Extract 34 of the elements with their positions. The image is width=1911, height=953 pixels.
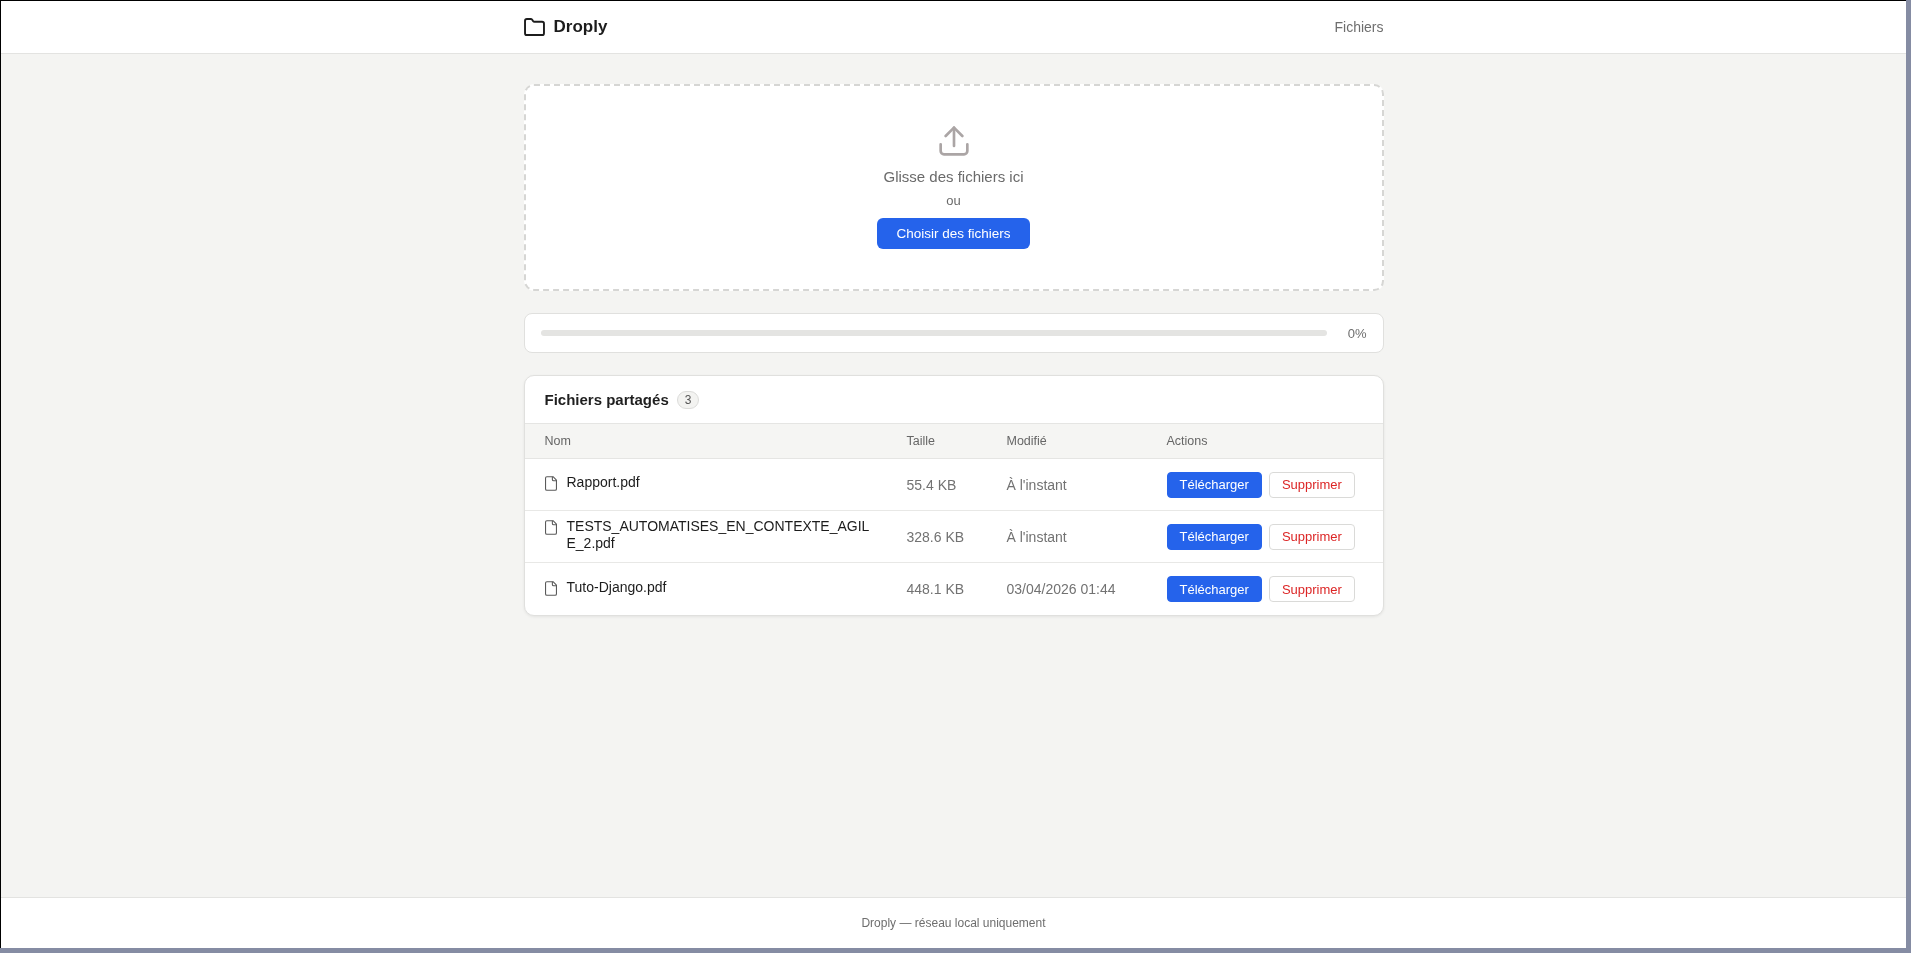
drop-zone[interactable]: Glisse des fichiers ici ou Choisir des fichiers bbox=[523, 84, 1384, 291]
files-title: Fichiers partagés bbox=[544, 391, 669, 408]
column-header: Modifié bbox=[1006, 434, 1048, 448]
choose-files-button[interactable]: Choisir des fichiers bbox=[877, 218, 1030, 249]
file-size: 328.6 KB bbox=[906, 528, 966, 545]
column-header: Taille bbox=[906, 434, 936, 448]
download-button[interactable]: Télécharger bbox=[1166, 576, 1262, 602]
modified-time: 03/04/2026 01:44 bbox=[1006, 581, 1117, 597]
file-name: Rapport.pdf bbox=[566, 474, 640, 491]
separator-text: ou bbox=[946, 192, 961, 210]
file-size: 448.1 KB bbox=[906, 581, 966, 597]
progress-percent: 0% bbox=[1346, 325, 1367, 341]
modified-time: À l'instant bbox=[1006, 476, 1068, 493]
footer-text: Droply — réseau local uniquement bbox=[861, 916, 1046, 930]
file-icon bbox=[544, 476, 557, 491]
delete-button[interactable]: Supprimer bbox=[1268, 523, 1355, 550]
file-name: TESTS_AUTOMATISES_EN_CONTEXTE_AGILE_2.pdf bbox=[566, 517, 871, 552]
download-button[interactable]: Télécharger bbox=[1166, 523, 1262, 550]
file-size: 55.4 KB bbox=[906, 476, 958, 493]
file-icon bbox=[544, 519, 557, 535]
modified-time: À l'instant bbox=[1006, 528, 1068, 545]
upload-icon bbox=[938, 126, 969, 156]
app-name: Droply bbox=[553, 17, 608, 37]
files-nav-link[interactable]: Fichiers bbox=[1334, 19, 1384, 35]
file-icon bbox=[544, 580, 557, 596]
drop-zone-title: Glisse des fichiers ici bbox=[883, 167, 1024, 187]
delete-button[interactable]: Supprimer bbox=[1268, 471, 1355, 498]
delete-button[interactable]: Supprimer bbox=[1268, 576, 1355, 602]
column-header: Actions bbox=[1166, 434, 1209, 448]
folder-icon bbox=[523, 18, 545, 36]
download-button[interactable]: Télécharger bbox=[1166, 471, 1262, 498]
file-name: Tuto-Django.pdf bbox=[566, 578, 667, 596]
file-count-badge: 3 bbox=[676, 390, 700, 409]
column-header: Nom bbox=[544, 434, 572, 448]
